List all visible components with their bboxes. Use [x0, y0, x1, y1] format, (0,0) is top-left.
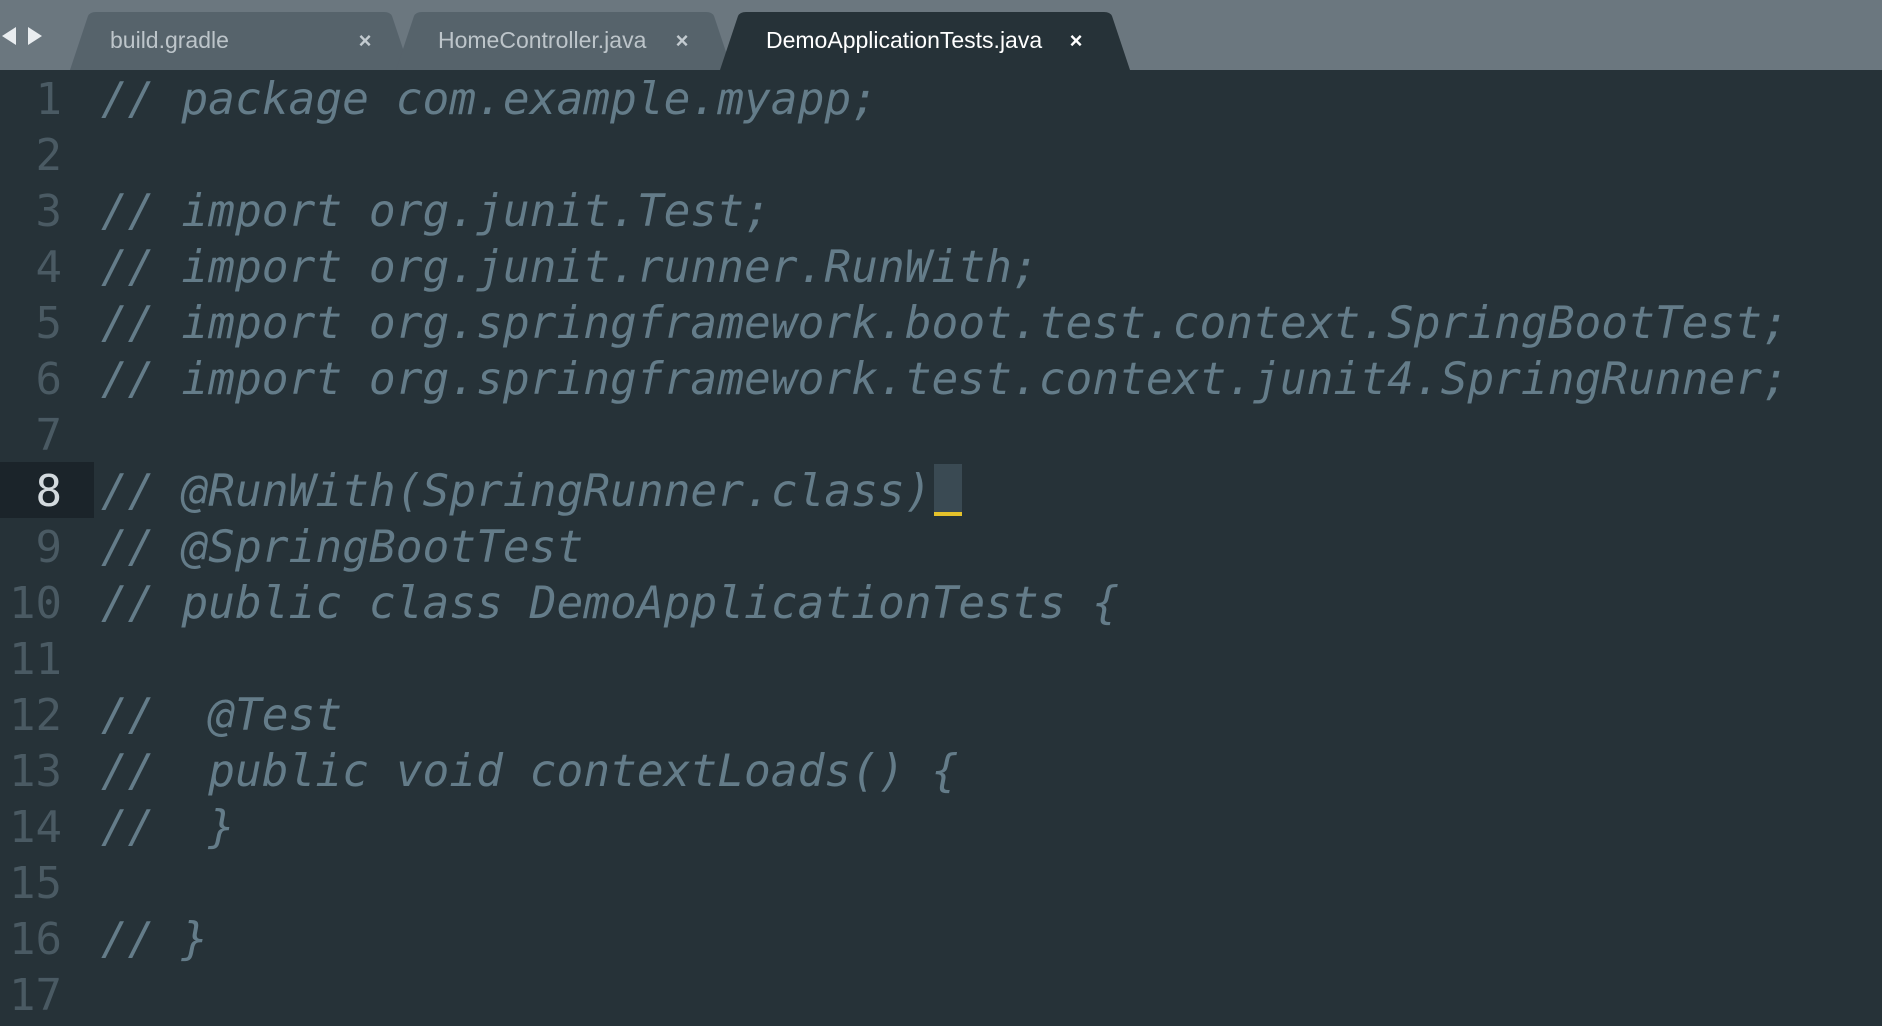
- line-number: 17: [9, 970, 62, 1021]
- line-number: 13: [9, 746, 62, 797]
- code-line[interactable]: 14 // }: [0, 798, 1882, 854]
- line-gutter: 9: [0, 518, 94, 574]
- line-gutter: 4: [0, 238, 94, 294]
- code-line[interactable]: 1 // package com.example.myapp;: [0, 70, 1882, 126]
- tab-label: DemoApplicationTests.java: [766, 27, 1043, 53]
- code-line[interactable]: 8 // @RunWith(SpringRunner.class): [0, 462, 1882, 518]
- code-text: // }: [101, 914, 209, 965]
- code-editor[interactable]: 1 // package com.example.myapp; 2 3 // impor…: [0, 70, 1882, 1026]
- line-gutter: 16: [0, 910, 94, 966]
- code-line[interactable]: 5 // import org.springframework.boot.test…: [0, 294, 1882, 350]
- code-line[interactable]: 10 // public class DemoApplicationTests {: [0, 574, 1882, 630]
- line-number: 6: [35, 354, 63, 405]
- tab-navigation: [0, 24, 42, 48]
- code-text: // public class DemoApplicationTests {: [101, 578, 1120, 629]
- tab-bar: build.gradle × HomeController.java × Dem…: [0, 0, 1882, 70]
- line-gutter: 2: [0, 126, 94, 182]
- code-line[interactable]: 12 // @Test: [0, 686, 1882, 742]
- code-text: // @SpringBootTest: [101, 522, 584, 573]
- code-line[interactable]: 15: [0, 854, 1882, 910]
- line-gutter: 15: [0, 854, 94, 910]
- code-text: // @Test: [101, 690, 343, 741]
- line-gutter: 14: [0, 798, 94, 854]
- line-number: 14: [9, 802, 62, 853]
- code-text: // @RunWith(SpringRunner.class): [101, 466, 932, 517]
- code-line[interactable]: 16 // }: [0, 910, 1882, 966]
- line-number: 15: [9, 858, 62, 909]
- text-cursor: [934, 464, 962, 516]
- code-line[interactable]: 11: [0, 630, 1882, 686]
- close-icon[interactable]: ×: [1064, 29, 1088, 53]
- code-line[interactable]: 2: [0, 126, 1882, 182]
- close-icon[interactable]: ×: [670, 29, 694, 53]
- line-gutter: 8: [0, 462, 94, 518]
- line-gutter: 17: [0, 966, 94, 1022]
- close-icon[interactable]: ×: [353, 29, 377, 53]
- code-text: // import org.springframework.test.conte…: [101, 354, 1789, 405]
- line-gutter: 11: [0, 630, 94, 686]
- code-text: // }: [101, 802, 235, 853]
- tab-demo-application-tests[interactable]: DemoApplicationTests.java ×: [720, 12, 1130, 70]
- tab-label: build.gradle: [110, 27, 229, 53]
- tab-label: HomeController.java: [438, 27, 647, 53]
- tab-build-gradle[interactable]: build.gradle ×: [70, 12, 410, 70]
- code-line[interactable]: 4 // import org.junit.runner.RunWith;: [0, 238, 1882, 294]
- code-line[interactable]: 7: [0, 406, 1882, 462]
- line-number: 4: [35, 242, 63, 293]
- line-gutter: 7: [0, 406, 94, 462]
- line-number: 12: [9, 690, 62, 741]
- code-text: // import org.springframework.boot.test.…: [101, 298, 1789, 349]
- code-text: // import org.junit.Test;: [101, 186, 771, 237]
- line-gutter: 6: [0, 350, 94, 406]
- code-line[interactable]: 6 // import org.springframework.test.cont…: [0, 350, 1882, 406]
- line-gutter: 13: [0, 742, 94, 798]
- line-gutter: 3: [0, 182, 94, 238]
- arrow-left-icon[interactable]: [2, 27, 16, 45]
- line-number: 2: [35, 130, 63, 181]
- line-number: 5: [35, 298, 63, 349]
- code-line[interactable]: 17: [0, 966, 1882, 1022]
- line-number: 9: [35, 522, 63, 573]
- cursor-underline: [934, 512, 962, 516]
- code-line[interactable]: 3 // import org.junit.Test;: [0, 182, 1882, 238]
- code-text: // package com.example.myapp;: [101, 74, 878, 125]
- line-number: 7: [35, 410, 63, 461]
- line-number: 1: [35, 74, 63, 125]
- code-text: // import org.junit.runner.RunWith;: [101, 242, 1039, 293]
- line-number: 16: [9, 914, 62, 965]
- line-number: 8: [35, 466, 63, 517]
- tab-home-controller[interactable]: HomeController.java ×: [396, 12, 732, 70]
- code-line[interactable]: 9 // @SpringBootTest: [0, 518, 1882, 574]
- line-gutter: 5: [0, 294, 94, 350]
- line-gutter: 10: [0, 574, 94, 630]
- line-number: 3: [35, 186, 63, 237]
- code-text: // public void contextLoads() {: [101, 746, 959, 797]
- line-number: 10: [9, 578, 62, 629]
- arrow-right-icon[interactable]: [28, 27, 42, 45]
- code-line[interactable]: 13 // public void contextLoads() {: [0, 742, 1882, 798]
- line-gutter: 12: [0, 686, 94, 742]
- line-number: 11: [9, 634, 62, 685]
- line-gutter: 1: [0, 70, 94, 126]
